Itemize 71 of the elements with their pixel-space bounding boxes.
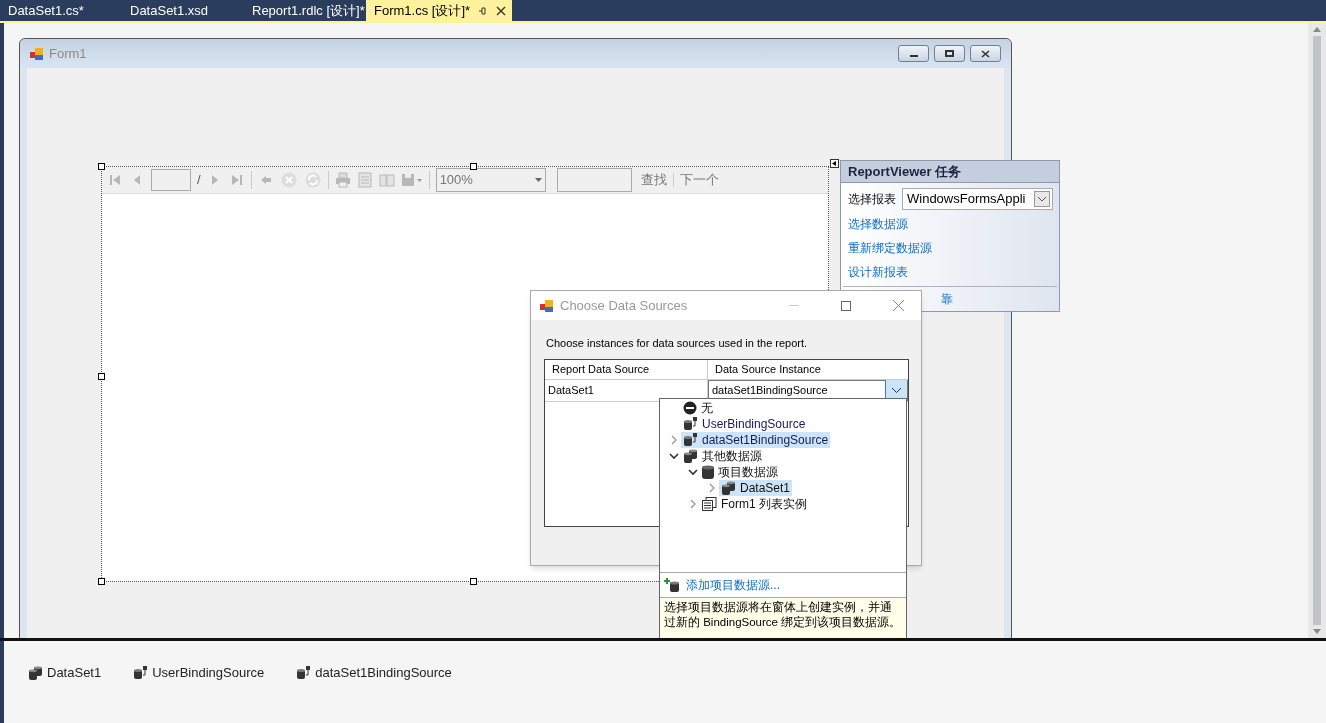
- chevron-down-icon[interactable]: [687, 467, 698, 477]
- close-button[interactable]: [970, 45, 1001, 62]
- task-link[interactable]: 重新绑定数据源: [848, 236, 932, 260]
- document-tab[interactable]: Report1.rdlc [设计]*: [244, 0, 366, 21]
- task-link[interactable]: 设计新报表: [848, 260, 908, 284]
- database-link-icon: [296, 665, 312, 680]
- resize-handle[interactable]: [470, 578, 477, 585]
- tree-item[interactable]: dataSet1BindingSource: [681, 432, 831, 448]
- add-data-source-link[interactable]: 添加项目数据源...: [660, 573, 906, 597]
- tree-item[interactable]: 其他数据源: [681, 448, 764, 464]
- tree-item[interactable]: DataSet1: [719, 480, 793, 496]
- document-tab[interactable]: DataSet1.cs*: [0, 0, 122, 21]
- databases-icon: [28, 665, 43, 680]
- dialog-title: Choose Data Sources: [560, 296, 688, 315]
- minimize-button[interactable]: [898, 45, 929, 62]
- tree-item[interactable]: 项目数据源: [700, 464, 780, 480]
- databases-icon: [683, 449, 698, 463]
- zoom-dropdown[interactable]: 100%: [435, 168, 546, 192]
- resize-handle[interactable]: [98, 373, 105, 380]
- maximize-button[interactable]: [934, 45, 965, 62]
- database-link-icon: [683, 433, 698, 447]
- save-dropdown-icon[interactable]: [400, 172, 423, 188]
- close-icon: [892, 300, 904, 311]
- database-link-icon: [683, 417, 698, 431]
- find-link[interactable]: 查找: [640, 170, 667, 190]
- instruction-text: Choose instances for data sources used in the report.: [546, 336, 809, 351]
- close-icon: [981, 49, 990, 58]
- scroll-down-icon[interactable]: [1313, 629, 1321, 634]
- resize-handle[interactable]: [98, 163, 105, 170]
- window-title: Form1: [49, 44, 87, 63]
- databases-icon: [721, 481, 736, 495]
- close-icon[interactable]: [496, 5, 507, 16]
- panel-title: ReportViewer 任务: [841, 161, 1059, 183]
- no-entry-icon: [683, 401, 697, 415]
- resize-handle[interactable]: [470, 163, 477, 170]
- column-header: Report Data Source: [545, 359, 708, 380]
- help-text: 选择项目数据源将在窗体上创建实例，并通过新的 BindingSource 绑定到该项目数据源。: [660, 597, 906, 638]
- smart-tag-button[interactable]: [830, 159, 839, 168]
- next-link[interactable]: 下一个: [679, 170, 719, 190]
- add-database-icon: [664, 578, 680, 592]
- form-icon: [30, 47, 44, 60]
- document-tab[interactable]: Form1.cs [设计]*: [366, 0, 513, 21]
- caret-icon: [1038, 196, 1046, 202]
- tree-item[interactable]: UserBindingSource: [681, 416, 808, 432]
- form-icon: [540, 299, 554, 312]
- tree-item[interactable]: Form1 列表实例: [700, 496, 809, 512]
- book-icon[interactable]: [378, 172, 395, 188]
- scroll-up-icon[interactable]: [1313, 27, 1321, 32]
- task-link[interactable]: 靠: [941, 290, 953, 308]
- page-separator: /: [197, 171, 201, 190]
- page-number-field[interactable]: [151, 169, 191, 191]
- tray-component[interactable]: DataSet1: [28, 663, 102, 683]
- print-icon[interactable]: [334, 172, 351, 188]
- caret-icon: [534, 178, 542, 182]
- task-link[interactable]: 选择数据源: [848, 212, 908, 236]
- pin-icon[interactable]: [478, 5, 489, 16]
- form-list-icon: [702, 497, 717, 511]
- tree-item[interactable]: 无: [681, 400, 715, 416]
- report-dropdown[interactable]: WindowsFormsAppli: [902, 188, 1053, 210]
- resize-handle[interactable]: [98, 578, 105, 585]
- find-field[interactable]: [556, 168, 632, 192]
- tray-component[interactable]: UserBindingSource: [133, 663, 265, 683]
- database-icon: [702, 465, 714, 479]
- tray-component[interactable]: dataSet1BindingSource: [296, 663, 452, 683]
- caret-icon: [892, 387, 901, 393]
- database-link-icon: [133, 665, 149, 680]
- document-tab[interactable]: DataSet1.xsd: [122, 0, 244, 21]
- choose-report-label: 选择报表: [848, 191, 896, 208]
- vertical-scrollbar[interactable]: [1308, 23, 1326, 638]
- column-header: Data Source Instance: [714, 362, 822, 378]
- chevron-down-icon[interactable]: [668, 451, 679, 461]
